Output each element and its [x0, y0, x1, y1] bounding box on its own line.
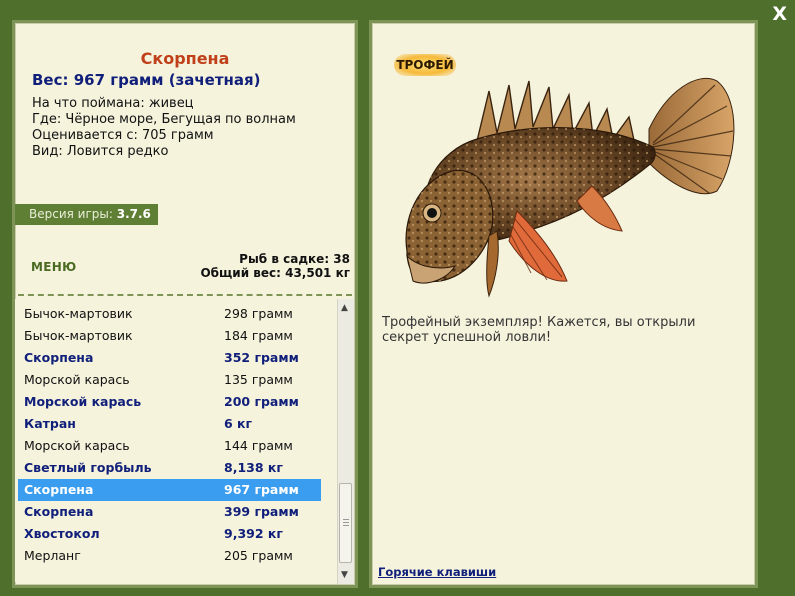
total-weight: Общий вес: 43,501 кг [200, 266, 350, 280]
list-item-name: Скорпена [24, 482, 94, 497]
list-item-name: Скорпена [24, 350, 94, 365]
scroll-up-arrow-icon[interactable]: ▲ [341, 303, 348, 313]
list-item[interactable]: Бычок-мартовик 298 грамм [18, 303, 321, 325]
list-item-weight: 205 грамм [224, 548, 293, 563]
menu-button[interactable]: МЕНЮ [31, 260, 76, 274]
list-item-name: Морской карась [24, 438, 130, 453]
list-item[interactable]: Скорпена 352 грамм [18, 347, 321, 369]
list-item[interactable]: Морской карась 144 грамм [18, 435, 321, 457]
scrollbar-grip [343, 525, 349, 526]
trophy-badge: ТРОФЕЙ [394, 54, 456, 76]
list-item-name: Светлый горбыль [24, 460, 152, 475]
game-version: Версия игры: 3.7.6 [15, 204, 158, 225]
catch-list-scrollbar[interactable]: ▲ ▼ [337, 299, 354, 584]
fish-name: Скорпена [140, 49, 230, 68]
scrollbar-grip [343, 522, 349, 523]
list-item-weight: 135 грамм [224, 372, 293, 387]
list-item[interactable]: Мерланг 205 грамм [18, 545, 321, 567]
info-bait: На что поймана: живец [32, 96, 194, 111]
divider [18, 294, 352, 296]
list-item[interactable]: Скорпена 967 грамм [18, 479, 321, 501]
scrollbar-thumb[interactable] [339, 483, 352, 563]
version-label: Версия игры: [29, 207, 113, 221]
hotkeys-link[interactable]: Горячие клавиши [378, 565, 496, 579]
list-item-name: Хвостокол [24, 526, 100, 541]
list-item[interactable]: Морской карась 135 грамм [18, 369, 321, 391]
catch-info-panel: Скорпена Вес: 967 грамм (зачетная) На чт… [12, 20, 358, 588]
scroll-down-arrow-icon[interactable]: ▼ [341, 570, 348, 580]
list-item-weight: 6 кг [224, 416, 253, 431]
list-item-weight: 298 грамм [224, 306, 293, 321]
list-item[interactable]: Морской карась 200 грамм [18, 391, 321, 413]
list-item-weight: 8,138 кг [224, 460, 283, 475]
scorpionfish-image [405, 77, 735, 298]
list-item-name: Морской карась [24, 372, 130, 387]
catch-list[interactable]: Бычок-мартовик 298 грамм Бычок-мартовик 184… [15, 299, 337, 582]
list-item-name: Бычок-мартовик [24, 306, 133, 321]
list-item-weight: 184 грамм [224, 328, 293, 343]
fish-weight: Вес: 967 грамм (зачетная) [32, 71, 261, 89]
list-item[interactable]: Светлый горбыль 8,138 кг [18, 457, 321, 479]
list-item-weight: 399 грамм [224, 504, 299, 519]
info-location: Где: Чёрное море, Бегущая по волнам [32, 112, 296, 127]
list-item-name: Морской карась [24, 394, 142, 409]
info-threshold: Оценивается с: 705 грамм [32, 128, 214, 143]
list-item-name: Бычок-мартовик [24, 328, 133, 343]
list-item[interactable]: Хвостокол 9,392 кг [18, 523, 321, 545]
list-item-weight: 9,392 кг [224, 526, 283, 541]
trophy-description: Трофейный экземпляр! Кажется, вы открыли… [382, 315, 696, 345]
list-item-name: Мерланг [24, 548, 81, 563]
list-item-weight: 144 грамм [224, 438, 293, 453]
fish-count: Рыб в садке: 38 [239, 252, 350, 266]
info-rarity: Вид: Ловится редко [32, 144, 169, 159]
list-item-weight: 967 грамм [224, 482, 299, 497]
keepnet-stats: Рыб в садке: 38 Общий вес: 43,501 кг [200, 252, 350, 280]
fish-preview-panel: ТРОФЕЙ Трофейный экземпляр! Кажется, вы … [369, 20, 758, 588]
scrollbar-grip [343, 519, 349, 520]
list-item[interactable]: Скорпена 399 грамм [18, 501, 321, 523]
list-item-weight: 200 грамм [224, 394, 299, 409]
list-item-name: Катран [24, 416, 76, 431]
list-item[interactable]: Бычок-мартовик 184 грамм [18, 325, 321, 347]
close-icon: X [772, 3, 787, 25]
list-item-name: Скорпена [24, 504, 94, 519]
list-item-weight: 352 грамм [224, 350, 299, 365]
close-button[interactable]: X [772, 3, 787, 25]
list-item[interactable]: Катран 6 кг [18, 413, 321, 435]
version-value: 3.7.6 [116, 207, 151, 221]
